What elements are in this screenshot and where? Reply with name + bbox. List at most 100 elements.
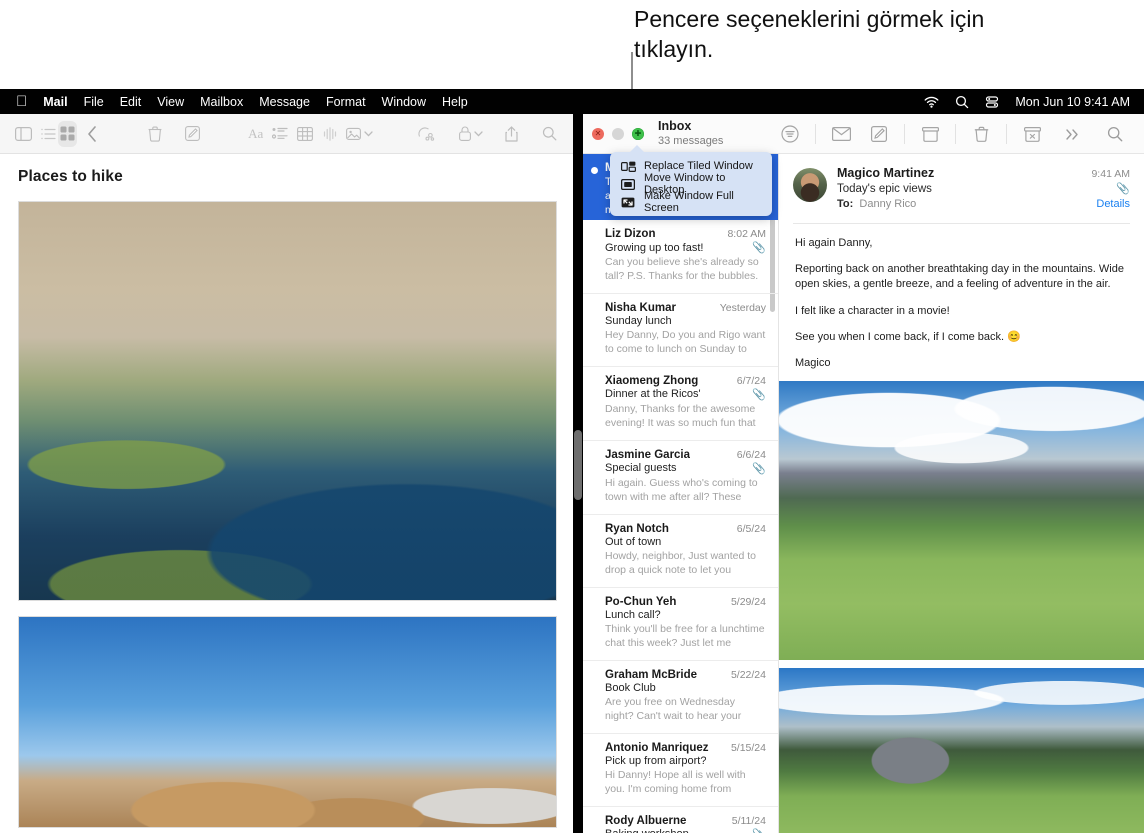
share-icon[interactable] xyxy=(502,121,521,147)
compose-note-icon[interactable] xyxy=(183,121,202,147)
media-chevron-down-icon[interactable] xyxy=(364,121,373,147)
delete-note-icon[interactable] xyxy=(145,121,164,147)
screenshot-root: Pencere seçeneklerini görmek için tıklay… xyxy=(0,0,1144,833)
archive-icon[interactable] xyxy=(911,114,949,154)
paperclip-icon: 📎 xyxy=(752,388,766,401)
collaborate-icon[interactable] xyxy=(417,121,436,147)
delete-icon[interactable] xyxy=(962,114,1000,154)
message-subject: Today's epic views xyxy=(837,183,932,195)
notes-scrollbar[interactable] xyxy=(574,430,582,500)
menu-bar:  Mail File Edit View Mailbox Message Fo… xyxy=(0,89,1144,114)
search-icon[interactable] xyxy=(1096,114,1134,154)
message-sender: Ryan Notch xyxy=(605,523,669,535)
message-list-item[interactable]: Rody Albuerne 5/11/24 Baking workshop 📎 … xyxy=(583,807,778,833)
message-list-item[interactable]: Nisha Kumar Yesterday Sunday lunch Hey D… xyxy=(583,294,778,367)
notes-toolbar: Aa xyxy=(0,114,573,154)
compose-message-icon[interactable] xyxy=(860,114,898,154)
message-subject: Growing up too fast! xyxy=(605,242,703,254)
popover-item-make-window-full-screen[interactable]: Make Window Full Screen xyxy=(610,193,772,211)
message-from: Magico Martinez xyxy=(837,166,934,180)
reading-pane: Magico Martinez 9:41 AM Today's epic vie… xyxy=(779,154,1144,833)
message-preview: Hey Danny, Do you and Rigo want to come … xyxy=(605,329,766,357)
mail-window: ✕ ✚ Inbox 33 messages xyxy=(583,114,1144,833)
gallery-view-icon[interactable] xyxy=(58,121,77,147)
message-list-item[interactable]: Ryan Notch 6/5/24 Out of town Howdy, nei… xyxy=(583,515,778,588)
paperclip-icon[interactable]: 📎 xyxy=(1116,182,1130,195)
message-sender: Xiaomeng Zhong xyxy=(605,375,698,387)
message-list-item[interactable]: Po-Chun Yeh 5/29/24 Lunch call? Think yo… xyxy=(583,588,778,661)
menu-item-window[interactable]: Window xyxy=(382,95,426,109)
list-view-icon[interactable] xyxy=(39,121,58,147)
back-chevron-icon[interactable] xyxy=(83,121,102,147)
message-recipient: To: Danny Rico xyxy=(837,198,916,210)
apple-menu-icon[interactable]:  xyxy=(16,94,27,109)
message-sender: Po-Chun Yeh xyxy=(605,596,676,608)
message-body-line: Magico xyxy=(795,356,1128,371)
menu-item-format[interactable]: Format xyxy=(326,95,366,109)
message-date: 5/29/24 xyxy=(731,596,766,608)
menu-item-message[interactable]: Message xyxy=(259,95,310,109)
message-subject: Out of town xyxy=(605,536,661,548)
message-date: 5/11/24 xyxy=(732,815,766,827)
media-icon[interactable] xyxy=(345,121,364,147)
to-label: To: xyxy=(837,198,853,210)
lock-icon[interactable] xyxy=(455,121,474,147)
message-list-item[interactable]: Graham McBride 5/22/24 Book Club Are you… xyxy=(583,661,778,734)
message-preview: Howdy, neighbor, Just wanted to drop a q… xyxy=(605,550,766,578)
checklist-icon[interactable] xyxy=(271,121,290,147)
menu-bar-clock[interactable]: Mon Jun 10 9:41 AM xyxy=(1015,95,1130,109)
spotlight-search-icon[interactable] xyxy=(955,95,969,109)
message-list-item[interactable]: Liz Dizon 8:02 AM Growing up too fast! 📎… xyxy=(583,220,778,294)
audio-waveform-icon[interactable] xyxy=(321,121,340,147)
filter-icon[interactable] xyxy=(771,114,809,154)
format-text-icon[interactable]: Aa xyxy=(246,121,265,147)
close-window-button[interactable]: ✕ xyxy=(592,128,604,140)
mark-unread-icon[interactable] xyxy=(822,114,860,154)
menu-item-mailbox[interactable]: Mailbox xyxy=(200,95,243,109)
zoom-window-button[interactable]: ✚ xyxy=(632,128,644,140)
message-date: 6/6/24 xyxy=(737,449,766,461)
sidebar-toggle-icon[interactable] xyxy=(14,121,33,147)
note-title: Places to hike xyxy=(18,168,555,186)
message-photo-ridge-trail xyxy=(779,668,1144,833)
message-list-item[interactable]: Xiaomeng Zhong 6/7/24 Dinner at the Rico… xyxy=(583,367,778,441)
paperclip-icon: 📎 xyxy=(752,462,766,475)
toolbar-divider xyxy=(955,124,956,144)
message-subject: Dinner at the Ricos' xyxy=(605,388,701,400)
paperclip-icon: 📎 xyxy=(752,828,766,833)
move-window-to-desktop-icon xyxy=(620,178,636,191)
control-center-icon[interactable] xyxy=(985,95,999,109)
menu-item-mail[interactable]: Mail xyxy=(43,95,67,109)
mail-title-block: Inbox 33 messages xyxy=(658,119,723,147)
callout-text: Pencere seçeneklerini görmek için tıklay… xyxy=(634,4,1054,64)
menu-item-file[interactable]: File xyxy=(84,95,104,109)
to-value: Danny Rico xyxy=(859,198,916,210)
message-list-item[interactable]: Antonio Manriquez 5/15/24 Pick up from a… xyxy=(583,734,778,807)
notes-content: Places to hike xyxy=(0,154,573,833)
search-icon[interactable] xyxy=(540,121,559,147)
message-subject: Baking workshop xyxy=(605,828,689,833)
menu-item-edit[interactable]: Edit xyxy=(120,95,142,109)
message-body-line: I felt like a character in a movie! xyxy=(795,304,1128,319)
mailbox-title: Inbox xyxy=(658,119,723,133)
message-sender: Graham McBride xyxy=(605,669,697,681)
menu-item-view[interactable]: View xyxy=(157,95,184,109)
lock-chevron-down-icon[interactable] xyxy=(474,121,483,147)
message-list-item[interactable]: Jasmine Garcia 6/6/24 Special guests 📎 H… xyxy=(583,441,778,515)
minimize-window-button[interactable] xyxy=(612,128,624,140)
wifi-icon[interactable] xyxy=(924,96,939,108)
message-list[interactable]: Magico Martinez 9:41 AM Today's epic vie… xyxy=(583,154,779,833)
details-link[interactable]: Details xyxy=(1096,198,1130,210)
message-sender: Rody Albuerne xyxy=(605,815,686,827)
message-photo-alpe-di-siusi xyxy=(779,381,1144,660)
message-date: 6/5/24 xyxy=(737,523,766,535)
message-subject: Book Club xyxy=(605,682,656,694)
junk-icon[interactable] xyxy=(1013,114,1051,154)
table-icon[interactable] xyxy=(296,121,315,147)
window-options-popover[interactable]: Replace Tiled Window Move Window to Desk… xyxy=(610,152,772,216)
message-date: 5/15/24 xyxy=(731,742,766,754)
menu-item-help[interactable]: Help xyxy=(442,95,468,109)
more-toolbar-items-icon[interactable] xyxy=(1054,114,1092,154)
message-preview: Hi Danny! Hope all is well with you. I'm… xyxy=(605,769,766,797)
mail-toolbar-icons xyxy=(771,114,1051,154)
